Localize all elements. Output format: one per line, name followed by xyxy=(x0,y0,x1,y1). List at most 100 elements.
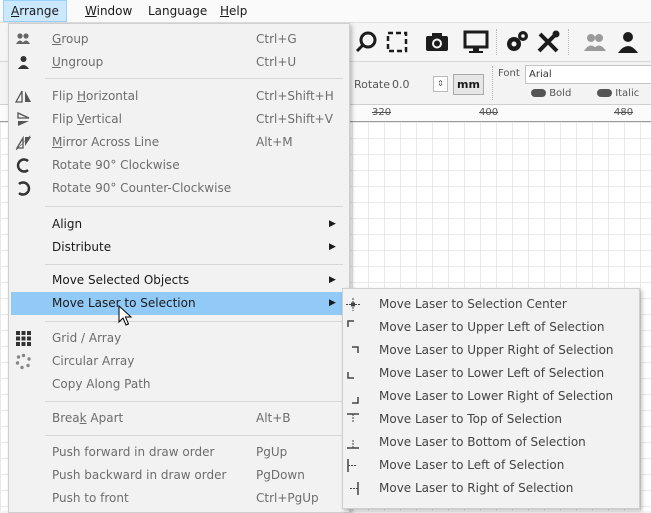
menu-item-move-selected-objects[interactable]: Move Selected Objects ▶ xyxy=(9,269,349,292)
menu-item-label: Rotate 90° Counter-Clockwise xyxy=(52,181,232,195)
menu-help[interactable]: Help xyxy=(213,0,254,22)
menu-item-label: Group xyxy=(52,32,89,46)
menu-item-copy-along-path[interactable]: Copy Along Path xyxy=(9,373,349,396)
menu-item-label: Ungroup xyxy=(52,55,104,69)
left-icon xyxy=(347,459,356,472)
menu-item-label: Grid / Array xyxy=(52,331,122,345)
ruler-tick-label: 320 xyxy=(372,107,392,118)
submenu-item-label: Move Laser to Lower Right of Selection xyxy=(379,389,614,403)
submenu-item-upper-right[interactable]: Move Laser to Upper Right of Selection xyxy=(343,339,639,362)
menu-item-push-backward[interactable]: Push backward in draw order PgDown xyxy=(9,464,349,487)
shortcut: Ctrl+Shift+H xyxy=(256,89,334,103)
circular-array-icon xyxy=(15,353,31,370)
menu-item-grid-array[interactable]: Grid / Array xyxy=(9,327,349,350)
menu-item-group[interactable]: Group Ctrl+G xyxy=(9,28,349,51)
menu-item-rotate-clockwise[interactable]: Rotate 90° Clockwise xyxy=(9,154,349,177)
ungroup-icon xyxy=(18,56,29,69)
menu-arrange[interactable]: Arrange xyxy=(3,0,67,22)
menu-separator xyxy=(45,78,343,79)
menu-item-label: Circular Array xyxy=(52,354,135,368)
menu-item-label: Break Apart xyxy=(52,411,124,425)
submenu-item-lower-right[interactable]: Move Laser to Lower Right of Selection xyxy=(343,385,639,408)
search-icon[interactable] xyxy=(354,29,380,55)
users-icon[interactable] xyxy=(582,29,608,55)
menu-item-mirror-across-line[interactable]: Mirror Across Line Alt+M xyxy=(9,131,349,154)
menubar: Arrange Window Language Help xyxy=(0,0,651,23)
menu-item-circular-array[interactable]: Circular Array xyxy=(9,350,349,373)
bold-toggle[interactable]: Bold xyxy=(531,88,571,99)
shortcut: PgUp xyxy=(256,445,288,459)
camera-icon[interactable] xyxy=(424,29,450,55)
shortcut: Ctrl+Shift+V xyxy=(256,112,333,126)
menu-separator xyxy=(45,435,343,436)
font-select-value: Arial xyxy=(529,69,552,80)
right-icon xyxy=(350,482,359,495)
menu-separator xyxy=(45,401,343,402)
settings-gears-icon[interactable] xyxy=(504,29,530,55)
menu-separator xyxy=(45,264,343,265)
menu-item-flip-horizontal[interactable]: Flip Horizontal Ctrl+Shift+H xyxy=(9,85,349,108)
group-icon xyxy=(16,33,30,44)
ruler-tick-label: 400 xyxy=(479,107,499,118)
submenu-arrow-icon: ▶ xyxy=(329,298,336,308)
submenu-arrow-icon: ▶ xyxy=(329,242,336,252)
menu-item-label: Align xyxy=(52,217,83,231)
move-laser-submenu: Move Laser to Selection Center Move Lase… xyxy=(342,288,640,509)
bottom-icon xyxy=(347,440,359,449)
menu-item-label: Push backward in draw order xyxy=(52,468,227,482)
menu-item-distribute[interactable]: Distribute ▶ xyxy=(9,236,349,259)
unit-button[interactable]: mm xyxy=(453,74,484,95)
menu-item-align[interactable]: Align ▶ xyxy=(9,213,349,236)
tools-icon[interactable] xyxy=(535,29,561,55)
menu-item-label: Mirror Across Line xyxy=(52,135,160,149)
shortcut: PgDown xyxy=(256,468,305,482)
menu-item-break-apart[interactable]: Break Apart Alt+B xyxy=(9,407,349,430)
shortcut: Ctrl+U xyxy=(256,55,297,69)
menu-item-label: Distribute xyxy=(52,240,112,254)
menu-separator xyxy=(45,321,343,322)
menu-item-push-to-front[interactable]: Push to front Ctrl+PgUp xyxy=(9,487,349,510)
menu-item-ungroup[interactable]: Ungroup Ctrl+U xyxy=(9,51,349,74)
menu-item-rotate-counter-clockwise[interactable]: Rotate 90° Counter-Clockwise xyxy=(9,177,349,200)
mouse-pointer-icon xyxy=(118,305,133,326)
menu-help-rest: elp xyxy=(229,4,248,18)
lower-left-icon xyxy=(347,372,354,379)
toggle-switch-icon xyxy=(531,89,546,97)
submenu-item-label: Move Laser to Upper Right of Selection xyxy=(379,343,614,357)
submenu-arrow-icon: ▶ xyxy=(329,275,336,285)
center-icon xyxy=(346,298,360,311)
submenu-item-label: Move Laser to Bottom of Selection xyxy=(379,435,586,449)
menu-window[interactable]: Window xyxy=(78,0,139,22)
submenu-item-label: Move Laser to Top of Selection xyxy=(379,412,563,426)
menu-item-push-forward[interactable]: Push forward in draw order PgUp xyxy=(9,441,349,464)
font-label: Font xyxy=(498,68,520,79)
submenu-item-right[interactable]: Move Laser to Right of Selection xyxy=(343,477,639,500)
submenu-item-label: Move Laser to Right of Selection xyxy=(379,481,574,495)
monitor-icon[interactable] xyxy=(463,29,489,55)
menu-language[interactable]: Language xyxy=(141,0,214,22)
flip-horizontal-icon xyxy=(15,90,31,103)
menu-item-label: Flip Vertical xyxy=(52,112,122,126)
font-select[interactable]: Arial xyxy=(525,65,651,84)
rotate-value[interactable]: 0.0 xyxy=(392,78,410,91)
user-icon[interactable] xyxy=(615,29,641,55)
menu-window-rest: indow xyxy=(96,4,133,18)
menu-item-flip-vertical[interactable]: Flip Vertical Ctrl+Shift+V xyxy=(9,108,349,131)
bold-toggle-label: Bold xyxy=(549,88,572,99)
italic-toggle[interactable]: Italic xyxy=(597,88,639,99)
submenu-arrow-icon: ▶ xyxy=(329,219,336,229)
submenu-item-bottom[interactable]: Move Laser to Bottom of Selection xyxy=(343,431,639,454)
submenu-item-top[interactable]: Move Laser to Top of Selection xyxy=(343,408,639,431)
menu-item-move-laser-to-selection[interactable]: Move Laser to Selection ▶ xyxy=(11,292,347,315)
propbar-separator xyxy=(492,66,494,100)
submenu-item-upper-left[interactable]: Move Laser to Upper Left of Selection xyxy=(343,316,639,339)
menu-item-label: Flip Horizontal xyxy=(52,89,139,103)
submenu-item-selection-center[interactable]: Move Laser to Selection Center xyxy=(343,293,639,316)
unit-button-label: mm xyxy=(457,78,480,91)
submenu-item-left[interactable]: Move Laser to Left of Selection xyxy=(343,454,639,477)
submenu-item-lower-left[interactable]: Move Laser to Lower Left of Selection xyxy=(343,362,639,385)
rotate-spinner[interactable]: ⇕ xyxy=(433,76,448,92)
shortcut: Alt+M xyxy=(256,135,293,149)
selection-frame-icon[interactable] xyxy=(384,29,410,55)
upper-left-icon xyxy=(347,320,354,327)
